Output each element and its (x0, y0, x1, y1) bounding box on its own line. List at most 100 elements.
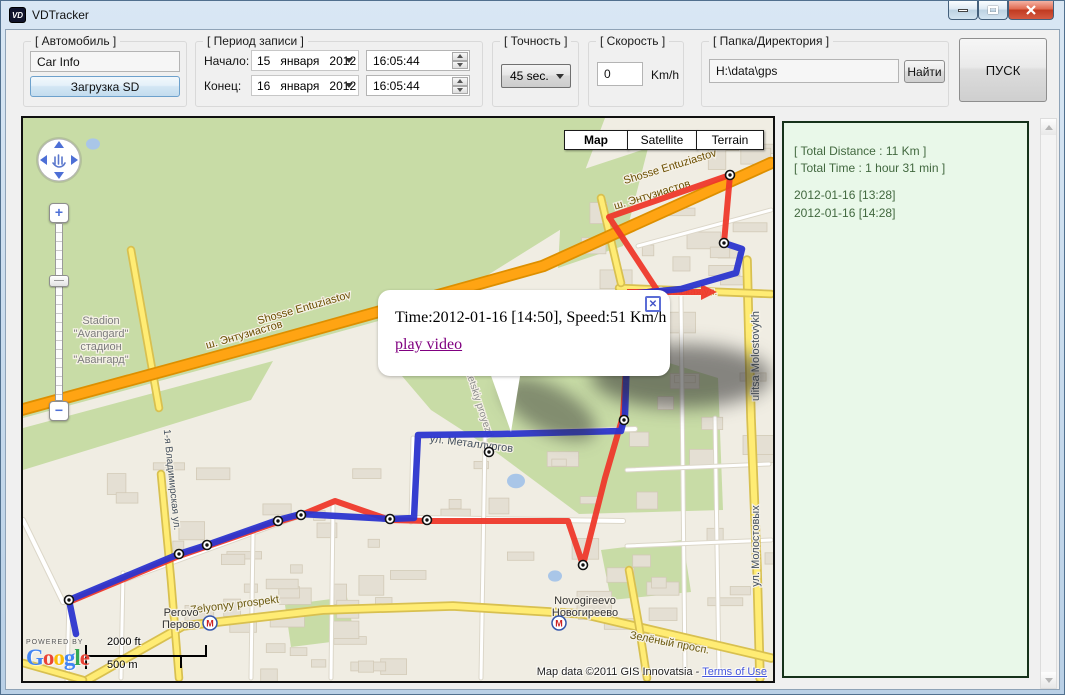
info-bubble: Time:2012-01-16 [14:50], Speed:51 Km/h p… (378, 290, 670, 376)
accuracy-combobox[interactable]: 45 sec. (501, 64, 571, 88)
end-date-dropdown-icon[interactable] (345, 83, 353, 88)
google-wordmark: Google (26, 646, 89, 669)
car-info-field[interactable]: Car Info (30, 51, 180, 72)
building (107, 474, 126, 495)
zoom-control: + − (49, 203, 69, 421)
spin-up-icon (457, 79, 463, 83)
building (708, 598, 743, 606)
attribution-text: Map data ©2011 GIS Innovatsia - (537, 666, 702, 678)
folder-path-input[interactable]: H:\data\gps (709, 59, 899, 83)
scale-meters-label: 500 m (107, 659, 138, 671)
find-button[interactable]: Найти (904, 60, 945, 83)
building (266, 644, 285, 653)
scale-feet-label: 2000 ft (107, 636, 141, 648)
waypoint-marker-dot (177, 552, 180, 555)
bubble-close-button[interactable]: ✕ (645, 296, 661, 312)
scroll-down-button[interactable] (1041, 672, 1056, 688)
zoom-slider-handle[interactable] (49, 275, 69, 287)
building (263, 504, 291, 515)
waypoint-marker-dot (425, 518, 428, 521)
accuracy-dropdown-icon[interactable] (556, 74, 564, 79)
zoom-track[interactable] (55, 223, 63, 401)
street-label: Novogireevo (554, 595, 616, 607)
zoom-in-button[interactable]: + (49, 203, 69, 223)
metro-letter: М (555, 619, 563, 629)
spin-down-icon (457, 63, 463, 67)
close-button[interactable] (1008, 1, 1054, 20)
waypoint-marker-dot (276, 519, 279, 522)
building (261, 669, 278, 681)
app-icon: VD (9, 7, 26, 23)
group-speed-label: [ Скорость ] (596, 34, 669, 48)
speed-input[interactable]: 0 (597, 62, 643, 86)
start-time-field[interactable]: 16:05:44 (366, 50, 470, 71)
load-sd-button[interactable]: Загрузка SD (30, 76, 180, 97)
scroll-up-icon (1045, 125, 1053, 130)
start-date-dropdown-icon[interactable] (345, 58, 353, 63)
maximize-icon (988, 6, 998, 14)
waypoint-marker-dot (622, 418, 625, 421)
water-pond (507, 474, 525, 488)
end-date-picker[interactable]: 16 января 2012 (251, 75, 359, 96)
building (221, 554, 244, 564)
street-label: Stadion (82, 315, 119, 327)
terms-of-use-link[interactable]: Terms of Use (702, 666, 767, 678)
end-time-field[interactable]: 16:05:44 (366, 75, 470, 96)
map-type-satellite-button[interactable]: Satellite (627, 130, 697, 150)
group-car: [ Автомобиль ] Car Info Загрузка SD (23, 41, 187, 107)
bubble-tail (481, 370, 525, 434)
water-pond (548, 570, 562, 581)
google-logo[interactable]: POWERED BY Google (26, 639, 89, 669)
street-label: "Авангард" (73, 354, 128, 366)
waypoint-marker-dot (388, 517, 391, 520)
building (311, 660, 325, 667)
metro-letter: М (206, 619, 214, 629)
building (687, 232, 721, 249)
start-time-up-button[interactable] (452, 52, 468, 61)
zoom-out-button[interactable]: − (49, 401, 69, 421)
total-distance-label: [ Total Distance : 11 Km ] (794, 144, 1017, 158)
start-run-button[interactable]: ПУСК (959, 38, 1047, 102)
spin-down-icon (457, 88, 463, 92)
minimize-button[interactable] (948, 1, 978, 20)
end-time-up-button[interactable] (452, 77, 468, 86)
group-period: [ Период записи ] Начало: 15 января 2012… (195, 41, 483, 107)
building (673, 257, 690, 271)
map-type-terrain-button[interactable]: Terrain (696, 130, 764, 150)
building (765, 553, 773, 564)
road (331, 506, 333, 678)
play-video-link[interactable]: play video (395, 336, 462, 354)
building (552, 459, 567, 466)
track-entry[interactable]: 2012-01-16 [14:28] (794, 206, 1017, 220)
start-time-spinner (452, 52, 468, 69)
scroll-up-button[interactable] (1041, 119, 1056, 135)
map[interactable]: Shosse Entuziastovш. ЭнтузиастовShosse E… (21, 116, 775, 683)
building (333, 621, 359, 639)
accuracy-value: 45 sec. (510, 69, 549, 83)
group-folder: [ Папка/Директория ] H:\data\gps Найти (701, 41, 949, 107)
waypoint-marker-dot (728, 173, 731, 176)
start-date-value: 15 января 2012 (257, 54, 356, 68)
building (266, 579, 298, 589)
maximize-button[interactable] (978, 1, 1008, 20)
street-label: Perovo (164, 607, 199, 619)
building (116, 493, 138, 503)
building (358, 661, 373, 672)
start-time-value: 16:05:44 (373, 54, 420, 68)
street-label: ул. Молостовых (750, 505, 762, 587)
start-time-down-button[interactable] (452, 61, 468, 70)
waypoint-marker-dot (581, 563, 584, 566)
vertical-scrollbar[interactable] (1040, 118, 1057, 689)
building (390, 571, 426, 580)
group-period-label: [ Период записи ] (203, 34, 308, 48)
building (730, 587, 750, 595)
building (702, 417, 723, 429)
map-type-map-button[interactable]: Map (564, 130, 628, 150)
pan-control[interactable] (29, 130, 89, 195)
end-time-down-button[interactable] (452, 86, 468, 95)
start-date-picker[interactable]: 15 января 2012 (251, 50, 359, 71)
track-entry[interactable]: 2012-01-16 [13:28] (794, 188, 1017, 202)
client-area: [ Автомобиль ] Car Info Загрузка SD [ Пе… (5, 29, 1060, 690)
building (290, 648, 307, 656)
speed-unit-label: Km/h (651, 68, 679, 82)
